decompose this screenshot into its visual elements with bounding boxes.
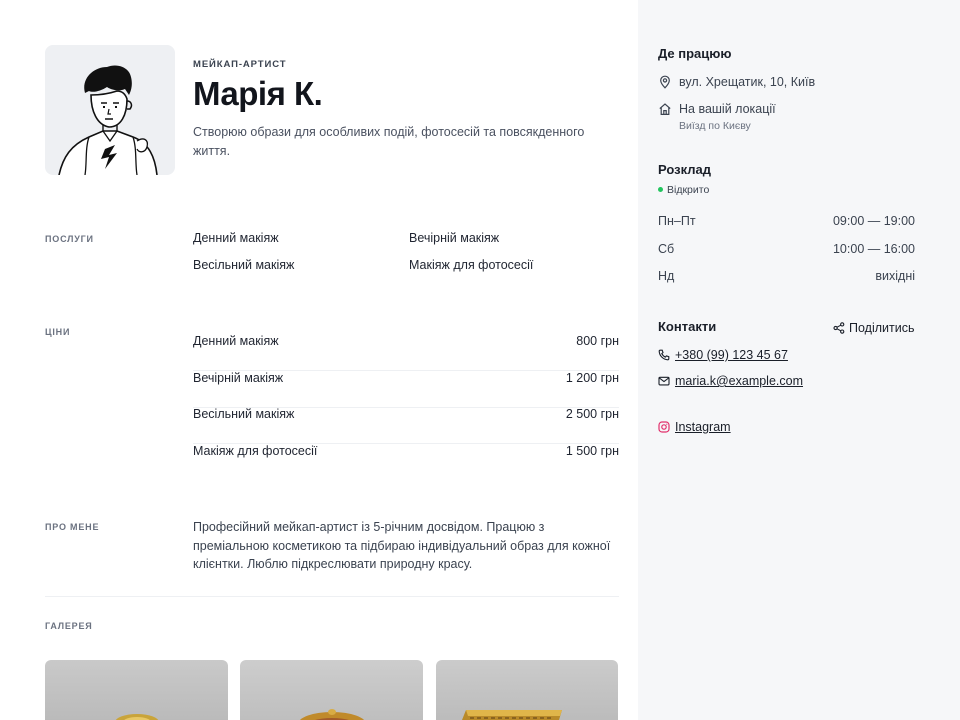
gallery-image[interactable] — [45, 660, 228, 720]
share-label: Поділитись — [849, 321, 915, 335]
email-link[interactable]: maria.k@example.com — [675, 374, 803, 388]
price-service: Вечірній макіяж — [193, 371, 284, 385]
location-home-visit-note: Виїзд по Києву — [679, 120, 751, 132]
map-pin-icon — [660, 75, 670, 89]
location-address: вул. Хрещатик, 10, Київ — [679, 75, 816, 89]
location-home-visit: На вашій локації — [679, 102, 776, 116]
price-value: 2 500 грн — [565, 407, 619, 421]
avatar — [45, 45, 175, 175]
services-label: ПОСЛУГИ — [45, 234, 94, 244]
home-icon — [659, 103, 671, 115]
price-row: Вечірній макіяж 1 200 грн — [193, 371, 619, 408]
prices-label: ЦІНИ — [45, 327, 71, 337]
instagram-icon — [658, 421, 670, 433]
instagram-link[interactable]: Instagram — [675, 420, 731, 434]
profile-name: Марія К. — [193, 75, 323, 112]
schedule-time: 09:00 — 19:00 — [832, 214, 915, 228]
jewelry-photo — [462, 710, 562, 720]
share-button[interactable]: Поділитись — [833, 320, 914, 336]
jewelry-photo — [115, 714, 159, 720]
price-row: Макіяж для фотосесії 1 500 грн — [193, 444, 619, 481]
share-icon — [833, 322, 845, 334]
schedule-time: 10:00 — 16:00 — [832, 242, 915, 256]
service-item: Вечірній макіяж — [409, 231, 500, 245]
schedule-status: Відкрито — [667, 184, 710, 196]
schedule-day: Нд — [658, 269, 675, 283]
price-value: 1 200 грн — [565, 371, 619, 385]
about-label: ПРО МЕНЕ — [45, 522, 100, 532]
divider — [45, 596, 619, 597]
service-item: Весільний макіяж — [193, 258, 295, 272]
schedule-day: Сб — [658, 242, 675, 256]
schedule-day: Пн–Пт — [658, 214, 696, 228]
schedule-title: Розклад — [658, 162, 711, 177]
price-value: 800 грн — [576, 334, 619, 348]
mail-icon — [658, 376, 670, 386]
profile-role: МЕЙКАП-АРТИСТ — [193, 59, 287, 70]
main-content: МЕЙКАП-АРТИСТ Марія К. Створюю образи дл… — [0, 0, 638, 720]
jewelry-photo — [299, 709, 365, 720]
price-row: Весільний макіяж 2 500 грн — [193, 407, 619, 444]
price-row: Денний макіяж 800 грн — [193, 334, 619, 371]
gallery-label: ГАЛЕРЕЯ — [45, 621, 93, 631]
profile-tagline: Створюю образи для особливих подій, фото… — [193, 125, 585, 158]
about-text: Професійний мейкап-артист із 5-річним до… — [193, 520, 611, 571]
price-service: Весільний макіяж — [193, 407, 295, 421]
status-dot — [658, 187, 663, 192]
price-service: Денний макіяж — [193, 334, 279, 348]
price-service: Макіяж для фотосесії — [193, 444, 318, 458]
gallery-image[interactable] — [436, 660, 618, 720]
location-title: Де працюю — [658, 46, 732, 61]
schedule-time: вихідні — [875, 269, 915, 283]
gallery-image[interactable] — [240, 660, 423, 720]
service-item: Денний макіяж — [193, 231, 279, 245]
contacts-title: Контакти — [658, 319, 717, 334]
phone-icon — [658, 349, 670, 361]
service-item: Макіяж для фотосесії — [409, 258, 534, 272]
phone-link[interactable]: +380 (99) 123 45 67 — [675, 348, 788, 362]
price-value: 1 500 грн — [565, 444, 619, 458]
avatar-illustration — [58, 65, 158, 175]
